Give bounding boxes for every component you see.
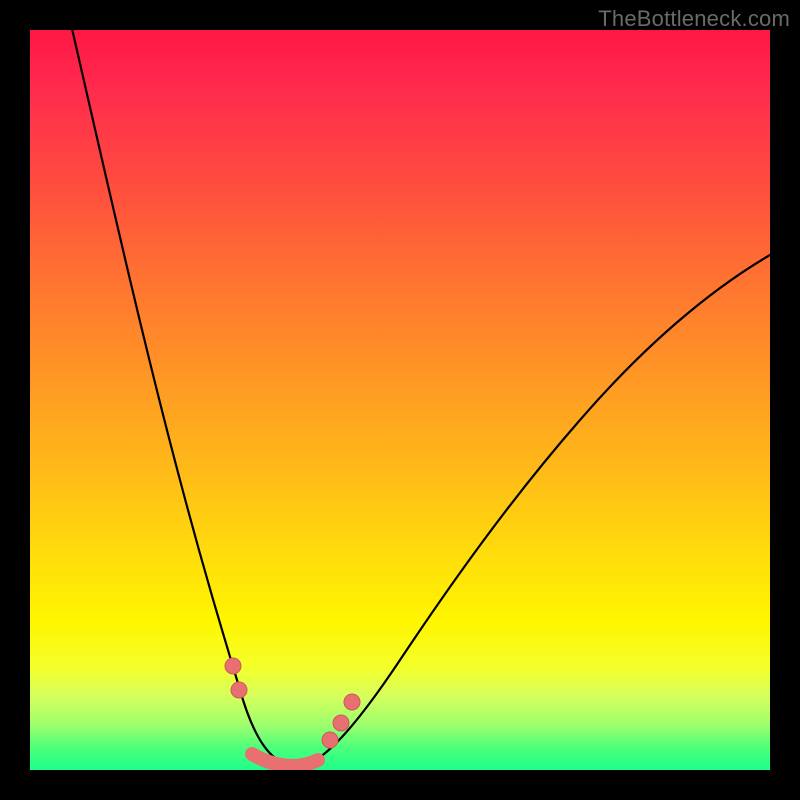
plot-area (30, 30, 770, 770)
marker-dot (333, 715, 349, 731)
marker-dot (231, 682, 247, 698)
marker-dot (225, 658, 241, 674)
watermark-text: TheBottleneck.com (598, 6, 790, 32)
curve-left (70, 30, 278, 760)
curve-right (308, 255, 770, 764)
marker-dot (344, 694, 360, 710)
trough-band (252, 754, 318, 766)
curve-svg (30, 30, 770, 770)
chart-frame: TheBottleneck.com (0, 0, 800, 800)
marker-dot (322, 732, 338, 748)
